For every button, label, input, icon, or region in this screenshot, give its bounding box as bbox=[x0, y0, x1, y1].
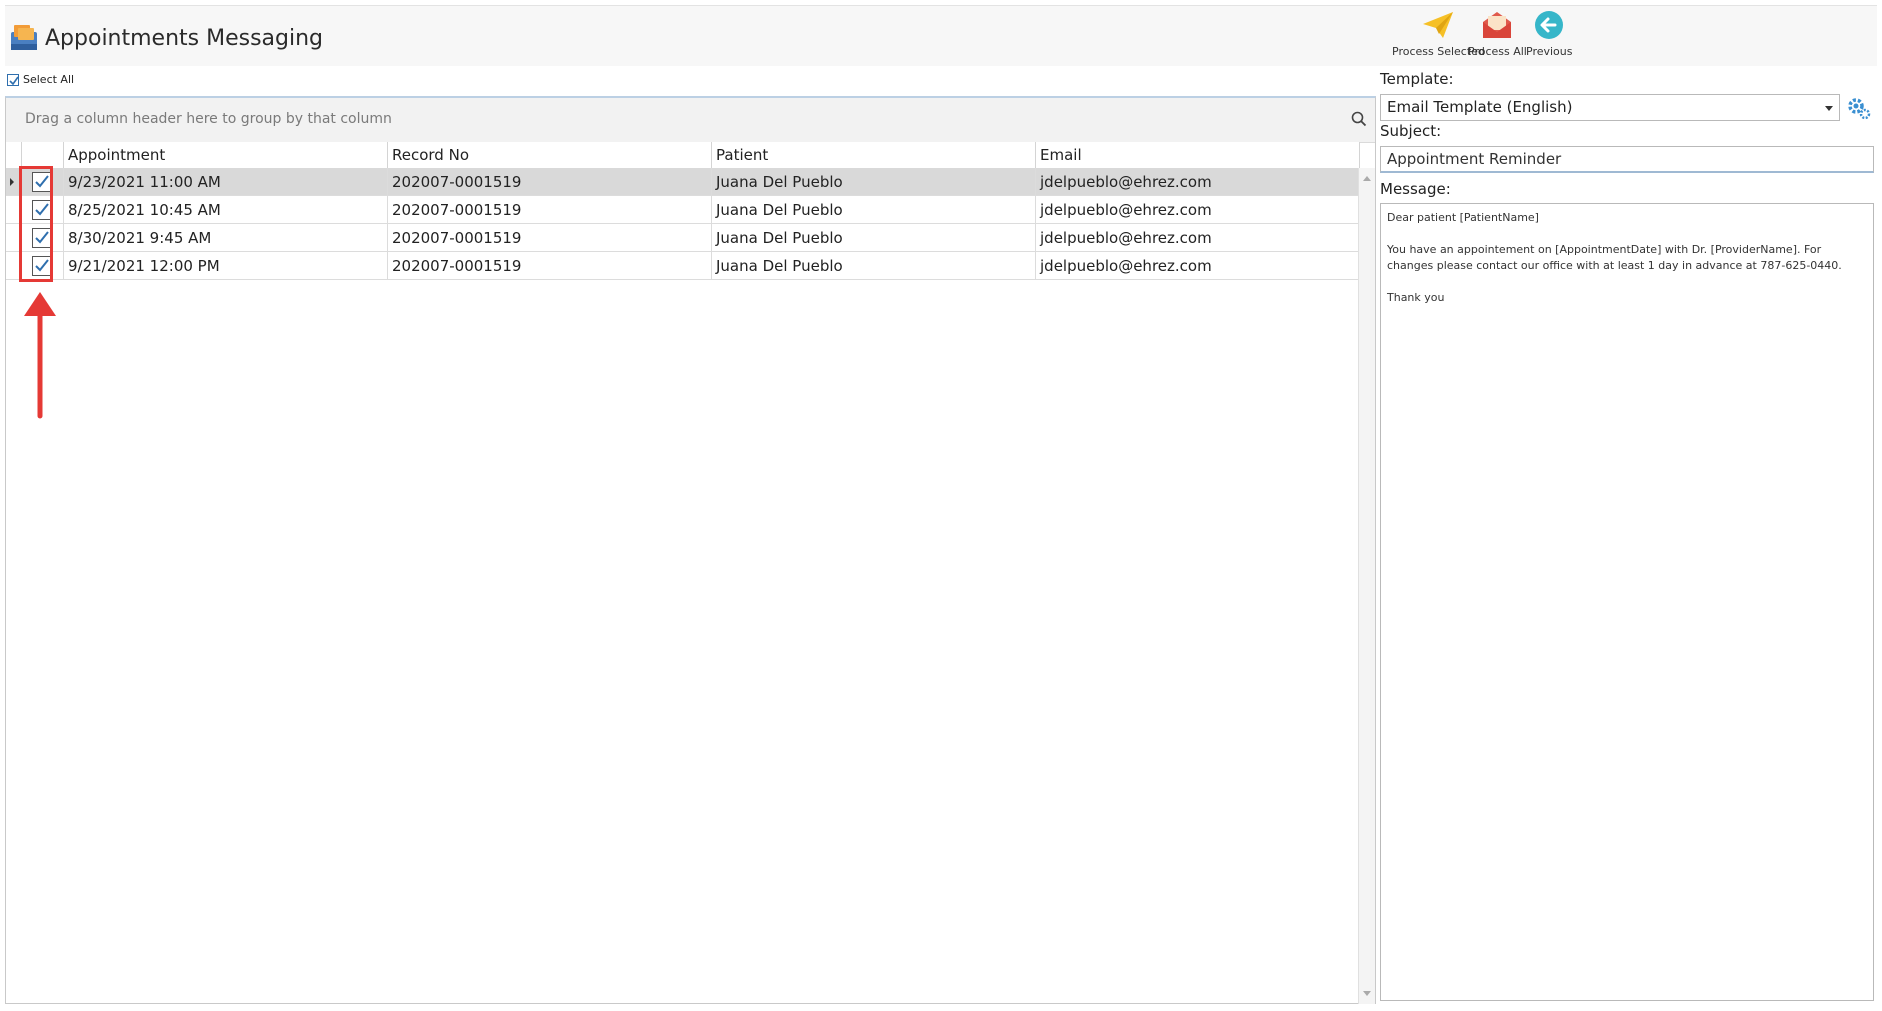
select-all-checkbox[interactable]: Select All bbox=[7, 73, 74, 86]
search-icon[interactable] bbox=[1351, 111, 1367, 131]
chevron-down-icon[interactable] bbox=[1825, 106, 1833, 111]
appointments-messaging-window: Appointments Messaging Process Selected … bbox=[0, 0, 1882, 1011]
subject-label: Subject: bbox=[1380, 122, 1442, 140]
scroll-down-icon[interactable] bbox=[1363, 991, 1371, 996]
header-patient[interactable]: Patient bbox=[712, 142, 1036, 168]
header-appointment[interactable]: Appointment bbox=[64, 142, 388, 168]
title-bar: Appointments Messaging Process Selected … bbox=[5, 5, 1877, 66]
header-indicator bbox=[6, 142, 22, 168]
cell-patient: Juana Del Pueblo bbox=[712, 224, 1036, 252]
table-row[interactable]: 8/30/2021 9:45 AM 202007-0001519 Juana D… bbox=[6, 224, 1360, 252]
previous-label: Previous bbox=[1526, 45, 1573, 58]
template-dropdown[interactable]: Email Template (English) bbox=[1380, 94, 1840, 121]
cell-appointment: 8/25/2021 10:45 AM bbox=[64, 196, 388, 224]
row-checkbox-cell[interactable] bbox=[22, 224, 64, 252]
message-textarea[interactable]: Dear patient [PatientName] You have an a… bbox=[1380, 203, 1874, 1001]
subject-field[interactable]: Appointment Reminder bbox=[1380, 146, 1874, 173]
group-by-panel[interactable]: Drag a column header here to group by th… bbox=[6, 98, 1375, 143]
row-checkbox[interactable] bbox=[32, 256, 52, 276]
scroll-up-icon[interactable] bbox=[1363, 176, 1371, 181]
row-checkbox-cell[interactable] bbox=[22, 196, 64, 224]
process-all-label: Process All bbox=[1468, 45, 1527, 58]
process-all-button[interactable]: Process All bbox=[1468, 10, 1527, 58]
cell-record-no: 202007-0001519 bbox=[388, 224, 712, 252]
annotation-arrow-up-icon bbox=[20, 290, 60, 424]
cell-patient: Juana Del Pueblo bbox=[712, 196, 1036, 224]
group-by-hint: Drag a column header here to group by th… bbox=[25, 111, 392, 127]
cell-record-no: 202007-0001519 bbox=[388, 196, 712, 224]
back-arrow-icon bbox=[1526, 10, 1573, 44]
cell-appointment: 8/30/2021 9:45 AM bbox=[64, 224, 388, 252]
table-row[interactable]: 8/25/2021 10:45 AM 202007-0001519 Juana … bbox=[6, 196, 1360, 224]
template-label: Template: bbox=[1380, 70, 1454, 88]
cell-email: jdelpueblo@ehrez.com bbox=[1036, 252, 1360, 280]
window-title: Appointments Messaging bbox=[45, 26, 324, 51]
column-headers: Appointment Record No Patient Email bbox=[6, 142, 1360, 169]
row-checkbox-cell[interactable] bbox=[22, 252, 64, 280]
message-editor-panel: Template: Email Template (English) Subje… bbox=[1376, 66, 1877, 1006]
header-checkbox[interactable] bbox=[22, 142, 64, 168]
select-all-check-icon[interactable] bbox=[7, 73, 19, 86]
header-record-no[interactable]: Record No bbox=[388, 142, 712, 168]
table-row[interactable]: 9/21/2021 12:00 PM 202007-0001519 Juana … bbox=[6, 252, 1360, 280]
row-checkbox-cell[interactable] bbox=[22, 168, 64, 196]
template-selected-value: Email Template (English) bbox=[1387, 98, 1573, 116]
cell-patient: Juana Del Pueblo bbox=[712, 252, 1036, 280]
cell-email: jdelpueblo@ehrez.com bbox=[1036, 224, 1360, 252]
header-email[interactable]: Email bbox=[1036, 142, 1360, 168]
cell-appointment: 9/23/2021 11:00 AM bbox=[64, 168, 388, 196]
cell-record-no: 202007-0001519 bbox=[388, 168, 712, 196]
cell-email: jdelpueblo@ehrez.com bbox=[1036, 168, 1360, 196]
cell-patient: Juana Del Pueblo bbox=[712, 168, 1036, 196]
row-checkbox[interactable] bbox=[32, 228, 52, 248]
previous-button[interactable]: Previous bbox=[1526, 10, 1573, 58]
gear-settings-icon[interactable] bbox=[1846, 95, 1872, 125]
select-all-label: Select All bbox=[23, 73, 75, 86]
table-row[interactable]: 9/23/2021 11:00 AM 202007-0001519 Juana … bbox=[6, 168, 1360, 196]
appointments-grid: Drag a column header here to group by th… bbox=[5, 96, 1376, 1004]
vertical-scrollbar[interactable] bbox=[1358, 168, 1375, 1004]
cell-record-no: 202007-0001519 bbox=[388, 252, 712, 280]
current-row-indicator-icon bbox=[10, 178, 14, 186]
row-checkbox[interactable] bbox=[32, 200, 52, 220]
row-checkbox[interactable] bbox=[32, 172, 52, 192]
cell-appointment: 9/21/2021 12:00 PM bbox=[64, 252, 388, 280]
cell-email: jdelpueblo@ehrez.com bbox=[1036, 196, 1360, 224]
app-messaging-icon bbox=[9, 22, 41, 52]
message-label: Message: bbox=[1380, 180, 1451, 198]
envelope-open-icon bbox=[1468, 10, 1527, 44]
